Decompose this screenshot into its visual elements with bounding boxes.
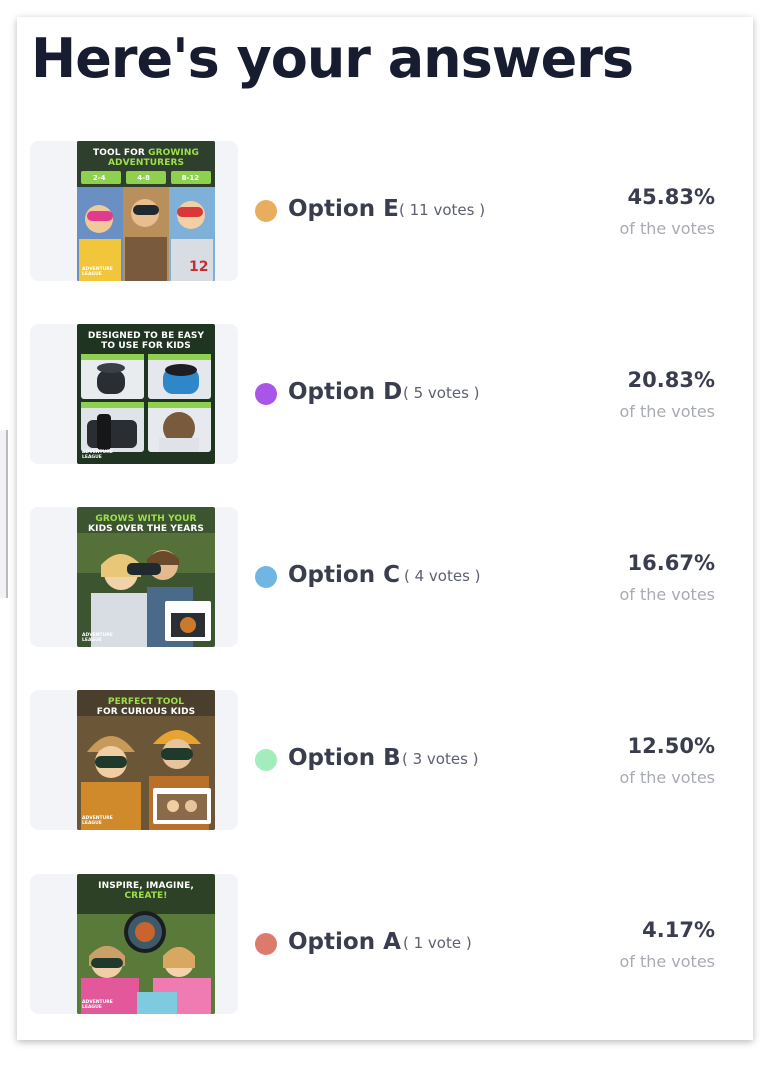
vote-count: ( 3 votes ) <box>402 750 479 768</box>
vote-percentage: 12.50% <box>627 734 715 758</box>
results-page: Here's your answers 12 TOOL FOR GROWING … <box>0 0 770 1066</box>
background-panel-edge <box>0 430 8 598</box>
vote-percentage-label: of the votes <box>619 219 715 238</box>
vote-percentage: 45.83% <box>627 185 715 209</box>
vote-percentage-label: of the votes <box>619 768 715 787</box>
page-title: Here's your answers <box>31 27 634 90</box>
vote-percentage: 20.83% <box>627 368 715 392</box>
brand-logo: ADVENTURE LEAGUE <box>82 450 113 460</box>
result-row-option-e: 12 TOOL FOR GROWING ADVENTURERS 2-4 4-8 8-… <box>17 141 753 281</box>
product-image-option-b[interactable]: PERFECT TOOL FOR CURIOUS KIDS ADVENTURE … <box>77 690 215 830</box>
vote-percentage: 16.67% <box>627 551 715 575</box>
results-card: Here's your answers 12 TOOL FOR GROWING … <box>17 17 753 1040</box>
vote-count: ( 5 votes ) <box>403 384 480 402</box>
thumbnail-frame: DESIGNED TO BE EASY TO USE FOR KIDS ADVE… <box>30 324 238 464</box>
option-label: Option E <box>288 196 399 222</box>
thumbnail-frame: 12 TOOL FOR GROWING ADVENTURERS 2-4 4-8 8-… <box>30 141 238 281</box>
product-image-option-e[interactable]: 12 TOOL FOR GROWING ADVENTURERS 2-4 4-8 8-… <box>77 141 215 281</box>
color-dot-option-e <box>255 200 277 222</box>
vote-percentage: 4.17% <box>642 918 715 942</box>
svg-text:12: 12 <box>189 259 208 275</box>
age-tags: 2-4 4-8 8-12 <box>92 174 200 182</box>
option-label: Option D <box>288 379 403 405</box>
vote-percentage-label: of the votes <box>619 585 715 604</box>
brand-logo: ADVENTURE LEAGUE <box>82 816 113 826</box>
brand-logo: ADVENTURE LEAGUE <box>82 1000 113 1010</box>
vote-count: ( 1 vote ) <box>403 934 472 952</box>
option-label: Option B <box>288 745 401 771</box>
thumbnail-headline: PERFECT TOOL FOR CURIOUS KIDS <box>96 697 196 717</box>
vote-percentage-label: of the votes <box>619 952 715 971</box>
color-dot-option-c <box>255 566 277 588</box>
vote-count: ( 11 votes ) <box>399 201 486 219</box>
option-label: Option C <box>288 562 400 588</box>
vote-count: ( 4 votes ) <box>404 567 481 585</box>
thumbnail-frame: PERFECT TOOL FOR CURIOUS KIDS ADVENTURE … <box>30 690 238 830</box>
color-dot-option-d <box>255 383 277 405</box>
option-label: Option A <box>288 929 401 955</box>
color-dot-option-b <box>255 749 277 771</box>
result-row-option-d: DESIGNED TO BE EASY TO USE FOR KIDS ADVE… <box>17 324 753 464</box>
product-image-option-d[interactable]: DESIGNED TO BE EASY TO USE FOR KIDS ADVE… <box>77 324 215 464</box>
thumbnail-headline: TOOL FOR GROWING ADVENTURERS <box>93 148 199 168</box>
thumbnail-headline: GROWS WITH YOUR KIDS OVER THE YEARS <box>88 514 204 534</box>
product-image-option-c[interactable]: GROWS WITH YOUR KIDS OVER THE YEARS ADVE… <box>77 507 215 647</box>
product-image-option-a[interactable]: INSPIRE, IMAGINE, CREATE! ADVENTURE LEAG… <box>77 874 215 1014</box>
brand-logo: ADVENTURE LEAGUE <box>82 267 113 277</box>
result-row-option-b: PERFECT TOOL FOR CURIOUS KIDS ADVENTURE … <box>17 690 753 830</box>
result-row-option-c: GROWS WITH YOUR KIDS OVER THE YEARS ADVE… <box>17 507 753 647</box>
vote-percentage-label: of the votes <box>619 402 715 421</box>
thumbnail-frame: GROWS WITH YOUR KIDS OVER THE YEARS ADVE… <box>30 507 238 647</box>
thumbnail-headline: INSPIRE, IMAGINE, CREATE! <box>98 881 194 901</box>
color-dot-option-a <box>255 933 277 955</box>
thumbnail-headline: DESIGNED TO BE EASY TO USE FOR KIDS <box>87 331 205 351</box>
thumbnail-frame: INSPIRE, IMAGINE, CREATE! ADVENTURE LEAG… <box>30 874 238 1014</box>
result-row-option-a: INSPIRE, IMAGINE, CREATE! ADVENTURE LEAG… <box>17 874 753 1014</box>
brand-logo: ADVENTURE LEAGUE <box>82 633 113 643</box>
